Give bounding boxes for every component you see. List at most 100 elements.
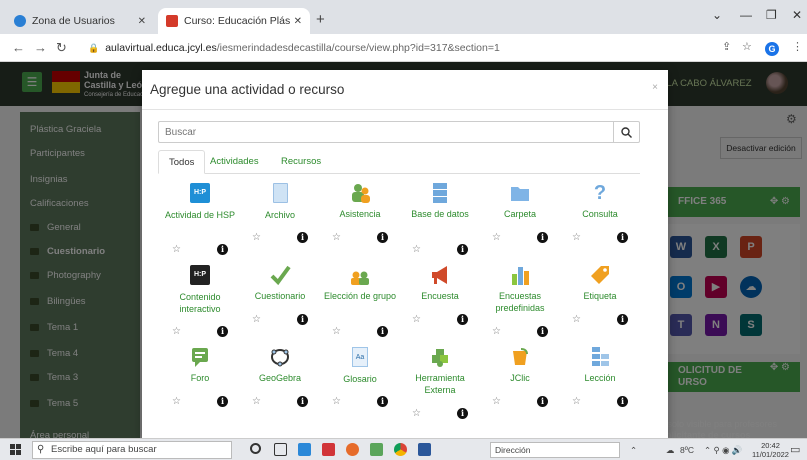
activity-card[interactable]: Elección de grupo ☆ i	[320, 264, 400, 346]
activity-card[interactable]: Encuesta ☆ i	[400, 264, 480, 346]
tray-icons[interactable]: ⌃ ⚲ ◉ 🔊	[704, 445, 742, 456]
activity-label[interactable]: Base de datos	[400, 208, 480, 220]
info-icon[interactable]: i	[457, 314, 468, 325]
activity-label[interactable]: Glosario	[320, 373, 400, 385]
star-icon[interactable]: ☆	[412, 314, 421, 325]
temperature[interactable]: 8ºC	[680, 445, 694, 455]
tab-close-icon[interactable]: ✕	[138, 16, 146, 27]
activity-card[interactable]: Base de datos ☆ i	[400, 182, 480, 264]
minimize-icon[interactable]: —	[740, 8, 752, 22]
url-field[interactable]: 🔒 aulavirtual.educa.jcyl.es/iesmerindade…	[88, 39, 718, 57]
activity-label[interactable]: Actividad de HSP	[160, 209, 240, 221]
info-icon[interactable]: i	[457, 244, 468, 255]
app-icon[interactable]	[370, 443, 383, 456]
info-icon[interactable]: i	[617, 314, 628, 325]
activity-label[interactable]: Carpeta	[480, 208, 560, 220]
star-icon[interactable]: ☆	[412, 408, 421, 419]
app-icon[interactable]	[298, 443, 311, 456]
info-icon[interactable]: i	[537, 326, 548, 337]
browser-tab-zona-usuarios[interactable]: Zona de Usuarios ✕	[6, 8, 154, 34]
activity-card[interactable]: Cuestionario ☆ i	[240, 264, 320, 346]
activity-card[interactable]: H:P Contenido interactivo ☆ i	[160, 264, 240, 346]
activity-label[interactable]: Encuestas predefinidas	[480, 290, 560, 314]
star-icon[interactable]: ☆	[572, 232, 581, 243]
activity-label[interactable]: Consulta	[560, 208, 640, 220]
star-icon[interactable]: ☆	[332, 326, 341, 337]
chrome-icon[interactable]	[394, 443, 407, 456]
activity-card[interactable]: Asistencia ☆ i	[320, 182, 400, 264]
info-icon[interactable]: i	[217, 396, 228, 407]
activity-label[interactable]: Archivo	[240, 209, 320, 221]
star-icon[interactable]: ☆	[252, 396, 261, 407]
search-icon[interactable]	[613, 122, 639, 142]
info-icon[interactable]: i	[617, 396, 628, 407]
system-clock[interactable]: 20:42 11/01/2022	[752, 441, 789, 459]
windows-start-icon[interactable]	[10, 444, 21, 455]
maximize-icon[interactable]: ❐	[766, 8, 777, 22]
tab-actividades[interactable]: Actividades	[200, 150, 269, 174]
activity-label[interactable]: Herramienta Externa	[400, 372, 480, 396]
activity-card[interactable]: GeoGebra ☆ i	[240, 346, 320, 428]
star-icon[interactable]: ☆	[492, 396, 501, 407]
weather-icon[interactable]: ☁	[666, 445, 675, 456]
profile-icon[interactable]: G	[765, 42, 779, 56]
star-icon[interactable]: ☆	[492, 326, 501, 337]
info-icon[interactable]: i	[217, 244, 228, 255]
info-icon[interactable]: i	[617, 232, 628, 243]
info-icon[interactable]: i	[377, 232, 388, 243]
activity-card[interactable]: Aa Glosario ☆ i	[320, 346, 400, 428]
tab-search-icon[interactable]: ⌄	[712, 8, 722, 22]
tab-todos[interactable]: Todos	[158, 150, 206, 174]
firefox-icon[interactable]	[346, 443, 359, 456]
task-view-icon[interactable]	[274, 443, 287, 456]
star-icon[interactable]: ☆	[332, 396, 341, 407]
activity-label[interactable]: Encuesta	[400, 290, 480, 302]
activity-card[interactable]: Lección ☆ i	[560, 346, 640, 428]
forward-icon[interactable]: →	[34, 40, 47, 55]
info-icon[interactable]: i	[297, 232, 308, 243]
activity-label[interactable]: Cuestionario	[240, 290, 320, 302]
back-icon[interactable]: ←	[12, 40, 25, 55]
cortana-icon[interactable]	[250, 443, 261, 454]
info-icon[interactable]: i	[297, 396, 308, 407]
reload-icon[interactable]: ↻	[56, 40, 67, 56]
bookmark-star-icon[interactable]: ☆	[742, 40, 752, 53]
activity-card[interactable]: Archivo ☆ i	[240, 182, 320, 264]
address-toolbar[interactable]: Dirección	[490, 442, 620, 458]
close-icon[interactable]: ×	[652, 82, 658, 93]
activity-card[interactable]: Carpeta ☆ i	[480, 182, 560, 264]
activity-label[interactable]: Lección	[560, 372, 640, 384]
star-icon[interactable]: ☆	[252, 232, 261, 243]
info-icon[interactable]: i	[537, 396, 548, 407]
activity-card[interactable]: H:P Actividad de HSP ☆ i	[160, 182, 240, 264]
activity-label[interactable]: JClic	[480, 372, 560, 384]
activity-label[interactable]: Foro	[160, 372, 240, 384]
star-icon[interactable]: ☆	[252, 314, 261, 325]
activity-label[interactable]: Etiqueta	[560, 290, 640, 302]
info-icon[interactable]: i	[377, 396, 388, 407]
star-icon[interactable]: ☆	[172, 326, 181, 337]
star-icon[interactable]: ☆	[572, 396, 581, 407]
star-icon[interactable]: ☆	[412, 244, 421, 255]
search-input[interactable]	[159, 122, 613, 142]
app-icon[interactable]	[322, 443, 335, 456]
new-tab-icon[interactable]: +	[316, 11, 325, 28]
tab-recursos[interactable]: Recursos	[271, 150, 331, 174]
activity-label[interactable]: Contenido interactivo	[160, 291, 240, 315]
star-icon[interactable]: ☆	[172, 396, 181, 407]
star-icon[interactable]: ☆	[572, 314, 581, 325]
info-icon[interactable]: i	[297, 314, 308, 325]
taskbar-search[interactable]: ⚲ Escribe aquí para buscar	[32, 441, 232, 459]
activity-card[interactable]: Foro ☆ i	[160, 346, 240, 428]
star-icon[interactable]: ☆	[172, 244, 181, 255]
activity-card[interactable]: Encuestas predefinidas ☆ i	[480, 264, 560, 346]
activity-label[interactable]: GeoGebra	[240, 372, 320, 384]
browser-tab-curso[interactable]: Curso: Educación Plástica y Visu ✕	[158, 8, 310, 34]
word-icon[interactable]	[418, 443, 431, 456]
star-icon[interactable]: ☆	[492, 232, 501, 243]
info-icon[interactable]: i	[377, 326, 388, 337]
activity-label[interactable]: Asistencia	[320, 208, 400, 220]
activity-card[interactable]: Herramienta Externa ☆ i	[400, 346, 480, 428]
info-icon[interactable]: i	[457, 408, 468, 419]
tray-expand-icon[interactable]: ⌃	[630, 445, 637, 456]
